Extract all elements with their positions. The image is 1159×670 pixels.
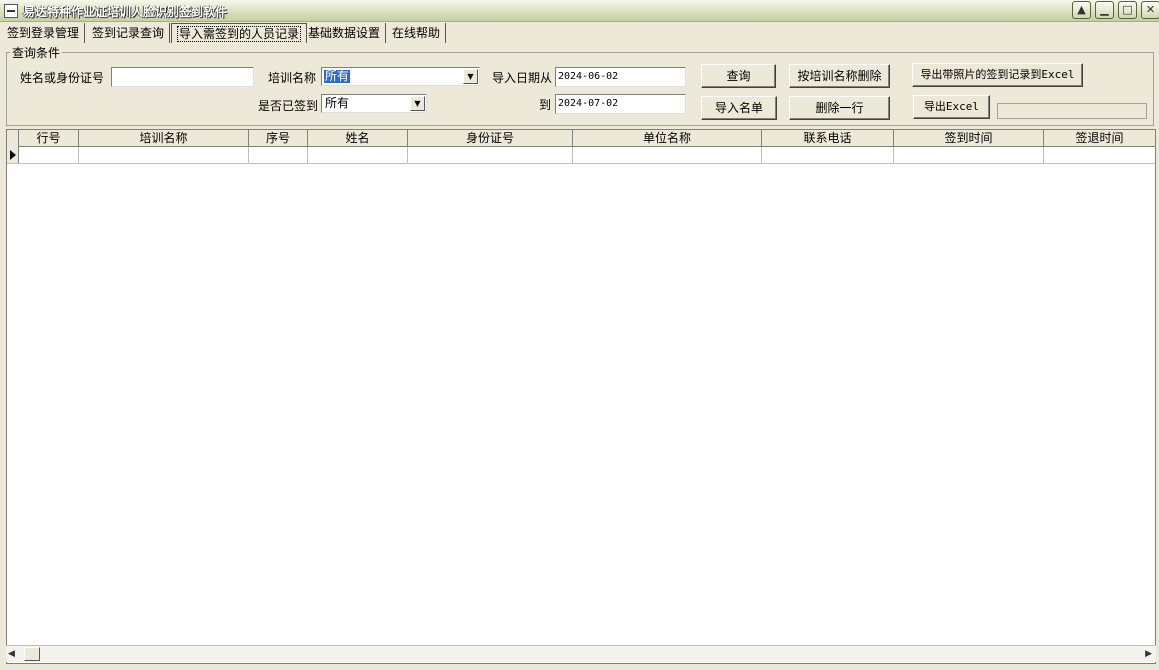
training-name-label: 培训名称 xyxy=(268,71,317,85)
delete-row-button[interactable]: 删除一行 xyxy=(789,96,890,120)
date-to-label: 到 xyxy=(539,98,552,112)
export-with-photos-button[interactable]: 导出带照片的签到记录到Excel xyxy=(912,63,1083,87)
caret-up-icon: ▲ xyxy=(1077,3,1086,16)
restore-up-button[interactable]: ▲ xyxy=(1072,1,1091,19)
grid-header: 行号 培训名称 序号 姓名 身份证号 单位名称 联系电话 签到时间 签退时间 xyxy=(7,130,1155,147)
column-header[interactable]: 培训名称 xyxy=(79,130,249,147)
column-header[interactable]: 姓名 xyxy=(308,130,408,147)
tab-basic-settings[interactable]: 基础数据设置 xyxy=(303,23,387,43)
export-excel-button[interactable]: 导出Excel xyxy=(913,95,990,119)
export-progress-bar xyxy=(997,103,1147,119)
main-tabs: 签到登录管理 签到记录查询 导入需签到的人员记录 基础数据设置 在线帮助 xyxy=(0,23,1159,43)
table-cell[interactable] xyxy=(19,147,79,164)
date-from-input[interactable]: 2024-06-02 xyxy=(555,67,686,87)
table-cell[interactable] xyxy=(762,147,894,164)
tab-checkin-login[interactable]: 签到登录管理 xyxy=(2,23,86,43)
table-cell[interactable] xyxy=(894,147,1044,164)
chevron-down-icon[interactable]: ▼ xyxy=(463,69,478,84)
table-cell[interactable] xyxy=(308,147,408,164)
table-cell[interactable] xyxy=(79,147,249,164)
title-bar[interactable]: 易达特种作业证培训人脸识别签到软件 ▲ ▁ □ ✕ xyxy=(0,0,1159,22)
delete-by-training-button[interactable]: 按培训名称删除 xyxy=(789,64,890,88)
tab-label: 在线帮助 xyxy=(392,26,441,40)
close-icon: ✕ xyxy=(1145,3,1156,16)
column-header[interactable]: 单位名称 xyxy=(573,130,762,147)
import-records-grid[interactable]: 行号 培训名称 序号 姓名 身份证号 单位名称 联系电话 签到时间 签退时间 xyxy=(6,129,1156,664)
scroll-thumb[interactable] xyxy=(24,647,40,661)
name-id-label: 姓名或身份证号 xyxy=(20,71,105,85)
tab-label: 签到登录管理 xyxy=(7,26,80,40)
tab-label: 基础数据设置 xyxy=(308,26,381,40)
minimize-icon: ▁ xyxy=(1100,3,1109,16)
tab-label: 导入需签到的人员记录 xyxy=(177,26,302,42)
column-header[interactable]: 签退时间 xyxy=(1044,130,1155,147)
tab-import-people[interactable]: 导入需签到的人员记录 xyxy=(171,23,308,43)
query-legend: 查询条件 xyxy=(10,44,63,61)
scroll-left-icon[interactable]: ◀ xyxy=(8,649,15,659)
table-row[interactable] xyxy=(7,147,1155,164)
chevron-down-icon[interactable]: ▼ xyxy=(410,96,425,111)
signed-label: 是否已签到 xyxy=(258,99,319,113)
name-id-input[interactable] xyxy=(111,67,254,87)
tab-label: 签到记录查询 xyxy=(92,26,165,40)
scroll-right-icon[interactable]: ▶ xyxy=(1145,649,1152,659)
column-header[interactable]: 行号 xyxy=(19,130,79,147)
training-name-value: 所有 xyxy=(324,69,351,83)
app-menu-icon[interactable] xyxy=(4,4,18,18)
column-header[interactable]: 签到时间 xyxy=(894,130,1044,147)
query-button[interactable]: 查询 xyxy=(701,64,776,88)
maximize-icon: □ xyxy=(1122,3,1133,16)
training-name-select[interactable]: 所有 ▼ xyxy=(321,67,480,86)
signed-value: 所有 xyxy=(325,96,350,110)
date-to-input[interactable]: 2024-07-02 xyxy=(555,94,686,114)
table-cell[interactable] xyxy=(408,147,573,164)
column-header[interactable]: 联系电话 xyxy=(762,130,894,147)
tab-checkin-records[interactable]: 签到记录查询 xyxy=(87,23,171,43)
horizontal-scrollbar[interactable]: ◀ ▶ xyxy=(6,645,1156,662)
close-button[interactable]: ✕ xyxy=(1141,1,1159,19)
minimize-button[interactable]: ▁ xyxy=(1095,1,1114,19)
signed-select[interactable]: 所有 ▼ xyxy=(321,94,427,113)
date-from-label: 导入日期从 xyxy=(492,71,553,85)
table-cell[interactable] xyxy=(249,147,308,164)
tab-online-help[interactable]: 在线帮助 xyxy=(387,23,447,43)
table-cell[interactable] xyxy=(573,147,762,164)
table-cell[interactable] xyxy=(1044,147,1155,164)
maximize-button[interactable]: □ xyxy=(1118,1,1137,19)
column-header[interactable]: 身份证号 xyxy=(408,130,573,147)
column-header[interactable]: 序号 xyxy=(249,130,308,147)
window-title: 易达特种作业证培训人脸识别签到软件 xyxy=(23,5,228,19)
import-list-button[interactable]: 导入名单 xyxy=(701,96,777,120)
